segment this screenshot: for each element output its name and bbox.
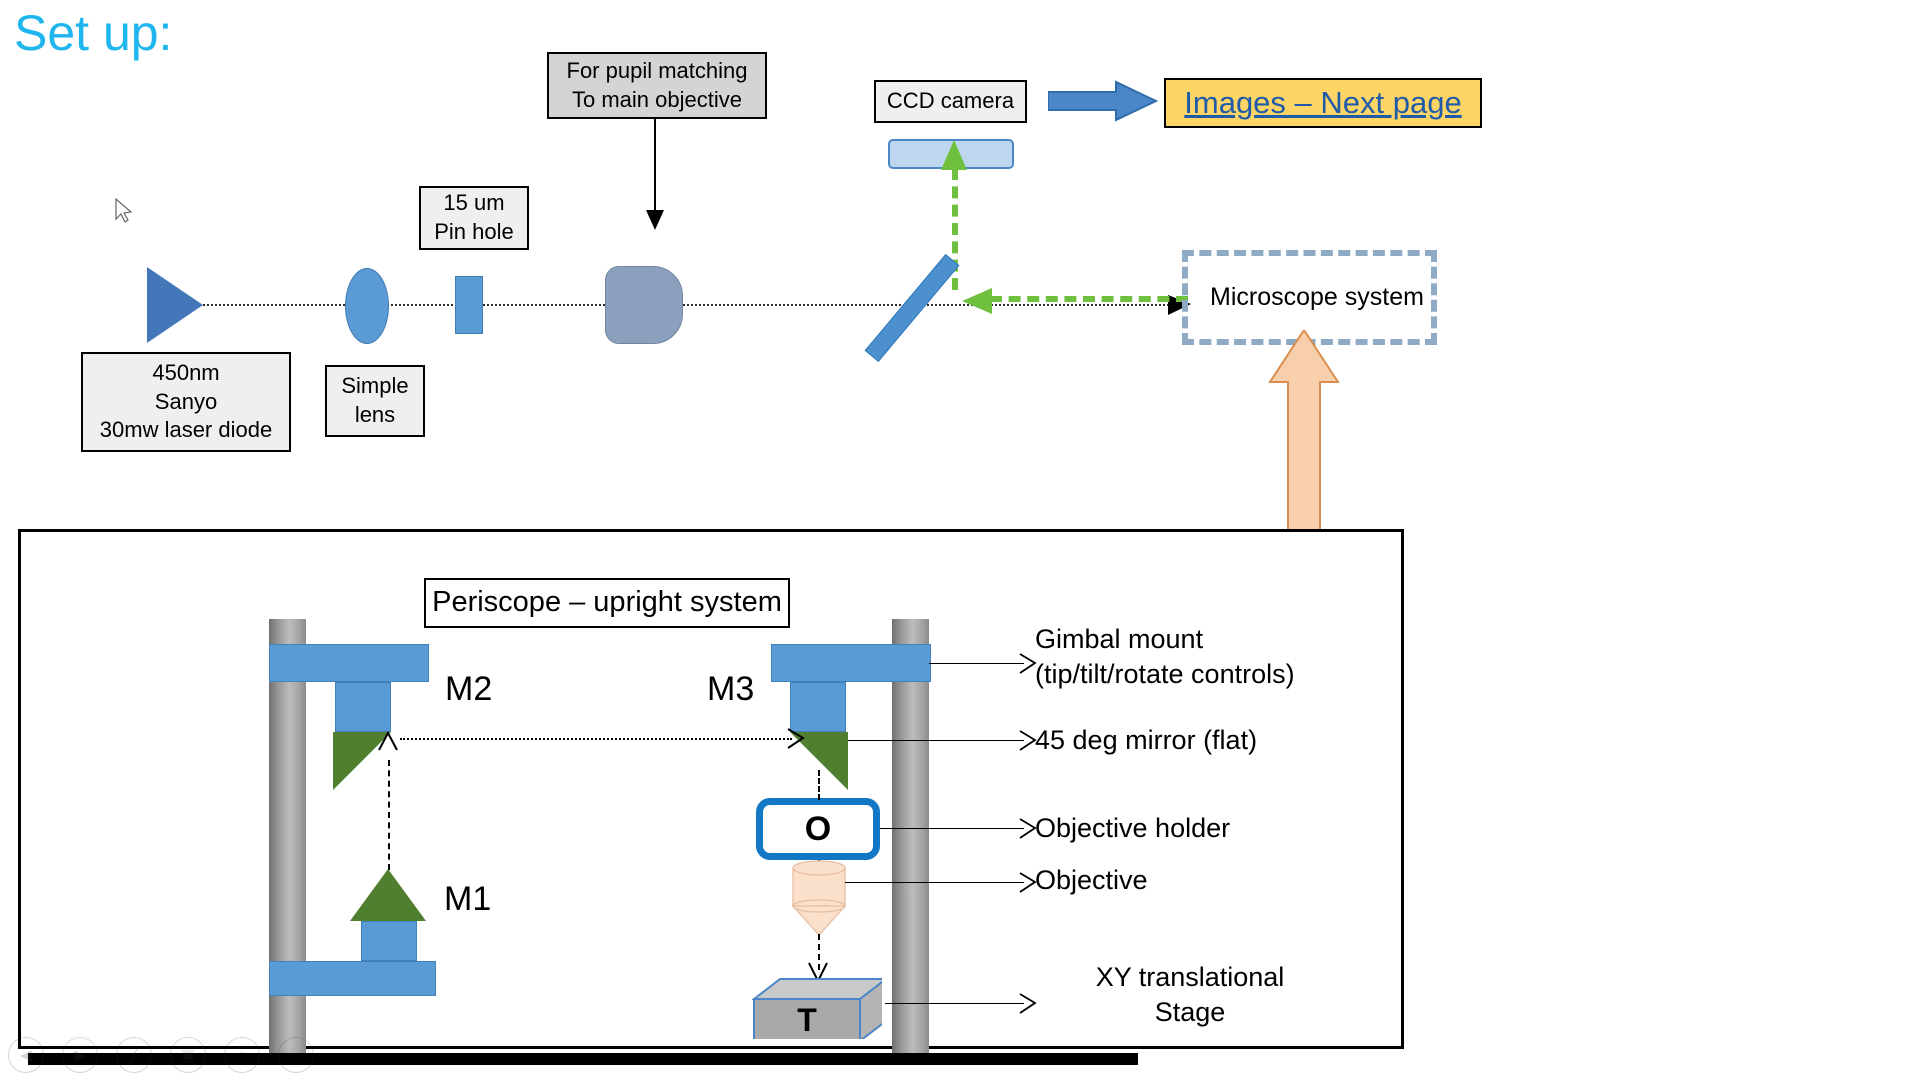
objective-holder-letter: O (804, 809, 832, 848)
beam-m2-to-m3-arrowhead (787, 728, 805, 749)
presentation-toolbar[interactable]: ◀ ▶ ╱ ▣ ○ … (8, 1037, 314, 1073)
simple-lens-label-box: Simple lens (325, 365, 425, 437)
all-slides-icon[interactable]: ▣ (170, 1037, 206, 1073)
m3-label: M3 (707, 670, 755, 708)
main-objective-icon (605, 266, 683, 344)
simple-lens-icon (345, 268, 389, 344)
m3-gimbal-plate (771, 644, 931, 682)
laser-label-box: 450nm Sanyo 30mw laser diode (81, 352, 291, 452)
annotation-gimbal-mount: Gimbal mount (tip/tilt/rotate controls) (1035, 624, 1295, 690)
m1-stem (361, 921, 417, 961)
next-slide-icon[interactable]: ▶ (62, 1037, 98, 1073)
pupil-matching-label-box: For pupil matching To main objective (547, 52, 767, 119)
pen-tool-icon[interactable]: ╱ (116, 1037, 152, 1073)
laser-diode-icon (147, 267, 203, 343)
leader-objective (845, 882, 1024, 883)
m1-label: M1 (444, 880, 492, 918)
beam-m2-to-m3 (400, 738, 792, 740)
pin-hole-icon (455, 276, 483, 334)
objective-icon (791, 860, 847, 936)
microscope-system-label: Microscope system (1210, 283, 1424, 311)
m2-label: M2 (445, 670, 493, 708)
m2-stem (335, 682, 391, 732)
beam-splitter-icon (864, 253, 960, 363)
m1-mirror (350, 869, 426, 921)
up-arrow-icon (1268, 330, 1340, 547)
leader-xy-stage (885, 1003, 1024, 1004)
beam-m1-to-m2 (388, 760, 390, 870)
ccd-camera-label-box: CCD camera (874, 80, 1027, 123)
previous-slide-icon[interactable]: ◀ (8, 1037, 44, 1073)
annotation-objective-holder: Objective holder (1035, 813, 1231, 843)
right-arrow-icon (1048, 80, 1158, 122)
m1-gimbal-base (269, 961, 436, 996)
pinhole-label-box: 15 um Pin hole (419, 186, 529, 250)
annotation-objective: Objective (1035, 865, 1148, 895)
leader-gimbal (929, 663, 1024, 664)
page-title: Set up: (14, 5, 173, 61)
beam-m1-to-m2-arrowhead (378, 730, 398, 751)
m3-stem (790, 682, 846, 732)
annotation-xy-stage: XY translational Stage (1095, 962, 1285, 1028)
periscope-title-box: Periscope – upright system (424, 578, 790, 628)
pupil-leader-arrowhead (646, 210, 664, 230)
slide-canvas: Set up: For pupil matching To main objec… (0, 0, 1919, 1076)
xy-stage-icon: T (752, 978, 882, 1039)
objective-holder-icon: O (756, 798, 880, 860)
pupil-leader-line (654, 119, 656, 213)
beam-m3-down-upper (818, 770, 820, 800)
zoom-tool-icon[interactable]: ○ (224, 1037, 260, 1073)
annotation-45-deg-mirror: 45 deg mirror (flat) (1035, 725, 1258, 755)
more-options-icon[interactable]: … (278, 1037, 314, 1073)
green-beam-horizontal (990, 296, 1188, 302)
mouse-cursor (115, 198, 133, 223)
green-beam-left-arrowhead (962, 288, 992, 314)
svg-text:T: T (797, 1002, 817, 1038)
leader-mirror45 (848, 740, 1024, 741)
next-page-link-box[interactable]: Images – Next page (1164, 78, 1482, 128)
green-beam-up-arrowhead (941, 140, 967, 170)
leader-objective-holder (880, 828, 1024, 829)
m2-gimbal-plate (269, 644, 429, 682)
right-post (892, 619, 929, 1062)
next-page-link-text[interactable]: Images – Next page (1184, 85, 1461, 121)
